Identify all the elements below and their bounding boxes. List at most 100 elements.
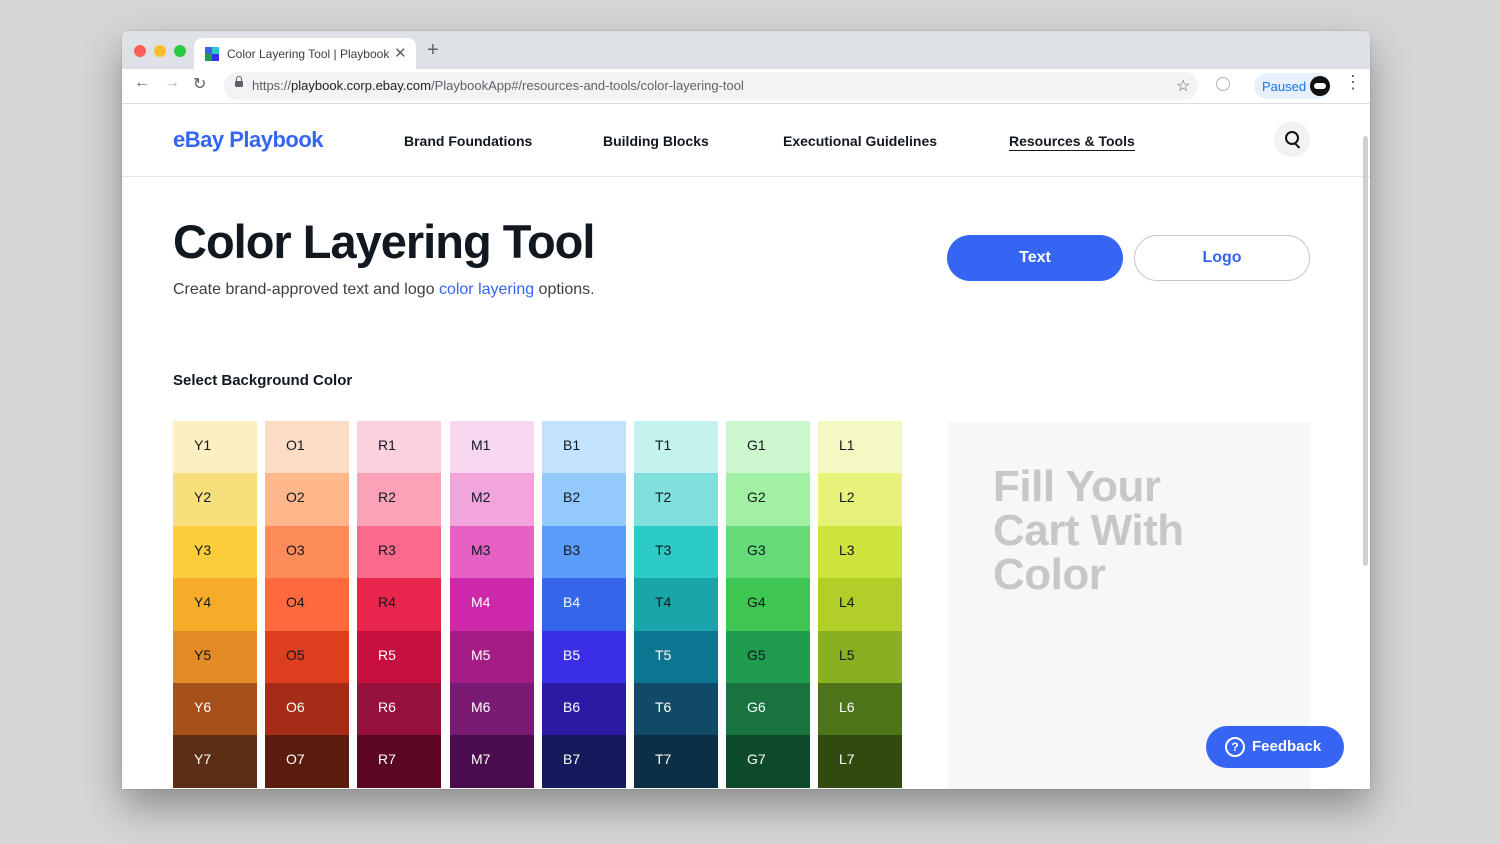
extension-icon[interactable] bbox=[1216, 77, 1230, 91]
reload-icon[interactable]: ↻ bbox=[193, 74, 206, 94]
search-button[interactable] bbox=[1274, 121, 1310, 157]
color-swatch-o3[interactable]: O3 bbox=[265, 526, 349, 578]
browser-tab[interactable]: Color Layering Tool | Playbook ✕ bbox=[194, 38, 416, 69]
color-swatch-m7[interactable]: M7 bbox=[450, 735, 534, 788]
zoom-window-button[interactable] bbox=[174, 45, 186, 57]
color-swatch-t3[interactable]: T3 bbox=[634, 526, 718, 578]
page-content: eBay Playbook Brand Foundations Building… bbox=[122, 104, 1370, 789]
color-swatch-y7[interactable]: Y7 bbox=[173, 735, 257, 788]
color-layering-link[interactable]: color layering bbox=[439, 281, 534, 298]
site-header: eBay Playbook Brand Foundations Building… bbox=[122, 104, 1370, 177]
color-swatch-b7[interactable]: B7 bbox=[542, 735, 626, 788]
color-swatch-o4[interactable]: O4 bbox=[265, 578, 349, 631]
page-subtitle: Create brand-approved text and logo colo… bbox=[173, 281, 595, 298]
color-swatch-grid: Y1 Y2 Y3 Y4 Y5 Y6 Y7 O1 O2 O3 O4 O5 O6 O7 R1 R2 R3 R4 R5 R6… bbox=[173, 421, 902, 789]
color-swatch-m1[interactable]: M1 bbox=[450, 421, 534, 473]
color-swatch-l5[interactable]: L5 bbox=[818, 631, 902, 683]
close-tab-icon[interactable]: ✕ bbox=[394, 44, 407, 62]
color-swatch-t6[interactable]: T6 bbox=[634, 683, 718, 735]
color-swatch-l4[interactable]: L4 bbox=[818, 578, 902, 631]
color-swatch-r3[interactable]: R3 bbox=[357, 526, 441, 578]
color-swatch-r1[interactable]: R1 bbox=[357, 421, 441, 473]
color-swatch-y3[interactable]: Y3 bbox=[173, 526, 257, 578]
feedback-label: Feedback bbox=[1252, 738, 1322, 755]
color-swatch-r6[interactable]: R6 bbox=[357, 683, 441, 735]
color-swatch-t5[interactable]: T5 bbox=[634, 631, 718, 683]
color-swatch-b2[interactable]: B2 bbox=[542, 473, 626, 526]
browser-menu-icon[interactable]: ⋮ bbox=[1344, 73, 1362, 91]
color-swatch-g6[interactable]: G6 bbox=[726, 683, 810, 735]
color-swatch-y4[interactable]: Y4 bbox=[173, 578, 257, 631]
color-swatch-m2[interactable]: M2 bbox=[450, 473, 534, 526]
color-swatch-l2[interactable]: L2 bbox=[818, 473, 902, 526]
color-swatch-b5[interactable]: B5 bbox=[542, 631, 626, 683]
color-swatch-m4[interactable]: M4 bbox=[450, 578, 534, 631]
bookmark-star-icon[interactable]: ☆ bbox=[1176, 76, 1190, 96]
color-swatch-y6[interactable]: Y6 bbox=[173, 683, 257, 735]
nav-resources-tools[interactable]: Resources & Tools bbox=[1009, 133, 1135, 151]
nav-executional-guidelines[interactable]: Executional Guidelines bbox=[783, 133, 937, 149]
color-swatch-g2[interactable]: G2 bbox=[726, 473, 810, 526]
logo-mode-button[interactable]: Logo bbox=[1134, 235, 1310, 281]
color-swatch-g5[interactable]: G5 bbox=[726, 631, 810, 683]
color-swatch-o5[interactable]: O5 bbox=[265, 631, 349, 683]
color-swatch-b6[interactable]: B6 bbox=[542, 683, 626, 735]
color-swatch-b3[interactable]: B3 bbox=[542, 526, 626, 578]
nav-building-blocks[interactable]: Building Blocks bbox=[603, 133, 709, 149]
color-swatch-o2[interactable]: O2 bbox=[265, 473, 349, 526]
color-swatch-m5[interactable]: M5 bbox=[450, 631, 534, 683]
color-swatch-r4[interactable]: R4 bbox=[357, 578, 441, 631]
color-swatch-g1[interactable]: G1 bbox=[726, 421, 810, 473]
minimize-window-button[interactable] bbox=[154, 45, 166, 57]
color-swatch-g7[interactable]: G7 bbox=[726, 735, 810, 788]
new-tab-icon[interactable]: + bbox=[427, 40, 439, 60]
color-swatch-b1[interactable]: B1 bbox=[542, 421, 626, 473]
url-text: https://playbook.corp.ebay.com/PlaybookA… bbox=[252, 78, 744, 93]
color-swatch-l6[interactable]: L6 bbox=[818, 683, 902, 735]
profile-status: Paused bbox=[1262, 79, 1307, 94]
color-swatch-t4[interactable]: T4 bbox=[634, 578, 718, 631]
color-swatch-o1[interactable]: O1 bbox=[265, 421, 349, 473]
color-swatch-y5[interactable]: Y5 bbox=[173, 631, 257, 683]
scrollbar[interactable] bbox=[1363, 136, 1368, 566]
ebay-playbook-logo[interactable]: eBay Playbook bbox=[173, 127, 324, 153]
address-bar[interactable]: https://playbook.corp.ebay.com/PlaybookA… bbox=[224, 72, 1198, 100]
forward-icon[interactable]: → bbox=[164, 74, 180, 92]
color-swatch-o6[interactable]: O6 bbox=[265, 683, 349, 735]
feedback-button[interactable]: ? Feedback bbox=[1206, 726, 1344, 768]
color-swatch-l1[interactable]: L1 bbox=[818, 421, 902, 473]
preview-text: Fill Your Cart With Color bbox=[993, 462, 1184, 599]
back-icon[interactable]: ← bbox=[134, 74, 150, 92]
color-swatch-m6[interactable]: M6 bbox=[450, 683, 534, 735]
color-swatch-g4[interactable]: G4 bbox=[726, 578, 810, 631]
color-swatch-y2[interactable]: Y2 bbox=[173, 473, 257, 526]
search-icon bbox=[1285, 131, 1299, 145]
color-swatch-b4[interactable]: B4 bbox=[542, 578, 626, 631]
section-heading: Select Background Color bbox=[173, 372, 353, 389]
browser-toolbar: ← → ↻ https://playbook.corp.ebay.com/Pla… bbox=[122, 69, 1370, 104]
color-swatch-t1[interactable]: T1 bbox=[634, 421, 718, 473]
color-swatch-l3[interactable]: L3 bbox=[818, 526, 902, 578]
profile-button[interactable]: Paused bbox=[1254, 73, 1330, 99]
color-swatch-t2[interactable]: T2 bbox=[634, 473, 718, 526]
help-icon: ? bbox=[1225, 737, 1245, 757]
browser-window: Color Layering Tool | Playbook ✕ + ← → ↻… bbox=[122, 31, 1370, 789]
color-swatch-o7[interactable]: O7 bbox=[265, 735, 349, 788]
color-swatch-r2[interactable]: R2 bbox=[357, 473, 441, 526]
playbook-favicon-icon bbox=[205, 47, 219, 61]
page-title: Color Layering Tool bbox=[173, 215, 595, 268]
tab-title: Color Layering Tool | Playbook bbox=[227, 47, 390, 61]
color-swatch-r7[interactable]: R7 bbox=[357, 735, 441, 788]
color-swatch-m3[interactable]: M3 bbox=[450, 526, 534, 578]
lock-icon bbox=[235, 76, 243, 87]
close-window-button[interactable] bbox=[134, 45, 146, 57]
color-swatch-r5[interactable]: R5 bbox=[357, 631, 441, 683]
avatar bbox=[1310, 76, 1330, 96]
color-swatch-l7[interactable]: L7 bbox=[818, 735, 902, 788]
text-mode-button[interactable]: Text bbox=[947, 235, 1123, 281]
tab-bar: Color Layering Tool | Playbook ✕ + bbox=[122, 31, 1370, 69]
color-swatch-y1[interactable]: Y1 bbox=[173, 421, 257, 473]
color-swatch-g3[interactable]: G3 bbox=[726, 526, 810, 578]
color-swatch-t7[interactable]: T7 bbox=[634, 735, 718, 788]
nav-brand-foundations[interactable]: Brand Foundations bbox=[404, 133, 532, 149]
